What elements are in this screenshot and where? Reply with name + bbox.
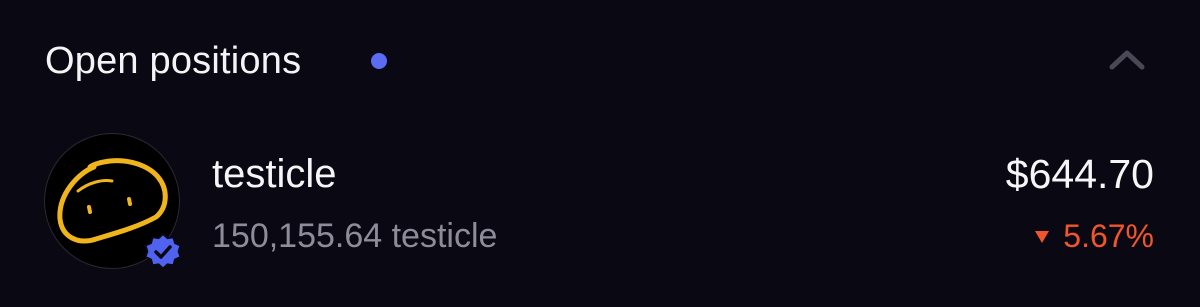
position-row[interactable]: testicle 150,155.64 testicle $644.70 5.6… — [0, 120, 1200, 280]
open-positions-header[interactable]: Open positions — [0, 0, 1200, 120]
change-percent: 5.67% — [1063, 218, 1154, 254]
token-name: testicle — [212, 152, 337, 196]
position-value: $644.70 — [1005, 151, 1154, 197]
avatar — [44, 133, 183, 272]
section-title: Open positions — [45, 40, 302, 82]
down-arrow-icon — [1035, 231, 1050, 243]
token-balance: 150,155.64 testicle — [212, 217, 498, 255]
status-dot — [371, 53, 387, 69]
chevron-up-icon[interactable] — [1104, 42, 1150, 76]
price-change: 5.67% — [1035, 215, 1154, 257]
verified-badge-icon — [143, 232, 183, 272]
